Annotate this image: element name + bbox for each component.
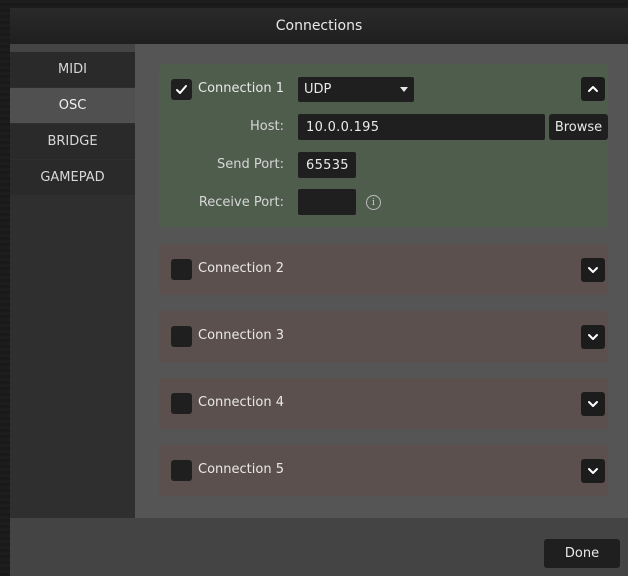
info-icon[interactable]: i [366,195,381,210]
connection-3-label: Connection 3 [198,328,284,343]
osc-connections-panel: Connection 1 UDP Host: 10.0.0.195 Browse… [135,44,628,518]
receive-port-input[interactable] [298,189,356,215]
connection-2-label: Connection 2 [198,261,284,276]
tab-midi[interactable]: MIDI [10,52,135,87]
caret-down-icon [400,86,408,92]
browse-button[interactable]: Browse [549,114,608,140]
protocol-tabs: MIDI OSC BRIDGE GAMEPAD [10,52,135,518]
receive-port-label: Receive Port: [198,195,284,210]
connection-5-panel: Connection 5 [159,445,608,496]
host-value: 10.0.0.195 [306,119,380,135]
host-input[interactable]: 10.0.0.195 [298,114,545,140]
send-port-input[interactable]: 65535 [298,152,356,178]
send-port-label: Send Port: [216,157,284,172]
tab-bridge[interactable]: BRIDGE [10,124,135,159]
connection-1-panel: Connection 1 UDP Host: 10.0.0.195 Browse… [159,64,608,227]
connection-2-panel: Connection 2 [159,244,608,295]
send-port-value: 65535 [306,157,349,173]
protocol-select[interactable]: UDP [298,77,414,102]
chevron-down-icon [588,334,598,340]
connection-4-label: Connection 4 [198,395,284,410]
connection-1-checkbox[interactable] [171,79,192,100]
expand-connection-2-button[interactable] [581,258,605,282]
tab-gamepad[interactable]: GAMEPAD [10,160,135,195]
expand-connection-3-button[interactable] [581,325,605,349]
host-label: Host: [250,119,284,134]
chevron-down-icon [588,468,598,474]
connection-5-label: Connection 5 [198,462,284,477]
dialog-title: Connections [275,18,363,34]
chevron-up-icon [588,86,598,92]
dialog-titlebar[interactable]: Connections [10,8,628,44]
connection-2-checkbox[interactable] [171,259,192,280]
chevron-down-icon [588,401,598,407]
expand-connection-4-button[interactable] [581,392,605,416]
dialog-footer: Done [10,518,628,576]
connection-3-checkbox[interactable] [171,326,192,347]
chevron-down-icon [588,267,598,273]
connection-4-checkbox[interactable] [171,393,192,414]
protocol-select-value: UDP [304,82,332,97]
done-button[interactable]: Done [544,539,620,568]
connection-1-label: Connection 1 [198,81,284,96]
collapse-connection-1-button[interactable] [581,77,605,101]
check-icon [176,85,187,94]
expand-connection-5-button[interactable] [581,459,605,483]
connection-3-panel: Connection 3 [159,311,608,362]
connections-dialog: Connections MIDI OSC BRIDGE GAMEPAD Conn… [10,8,628,576]
connection-4-panel: Connection 4 [159,378,608,429]
tab-osc[interactable]: OSC [10,88,135,123]
connection-5-checkbox[interactable] [171,460,192,481]
